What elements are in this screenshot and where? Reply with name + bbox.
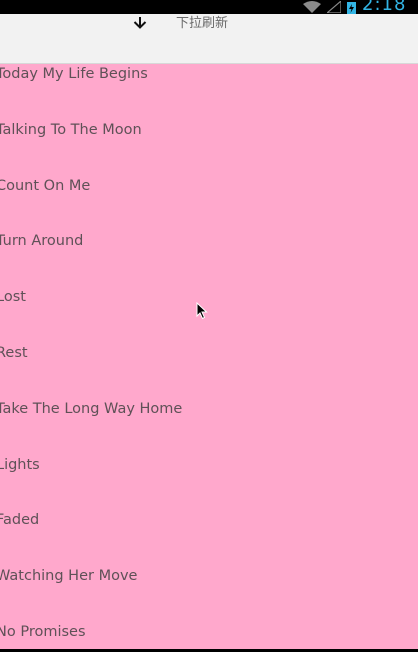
list-item-label: Talking To The Moon <box>0 121 142 138</box>
list-item-label: Faded <box>0 512 40 529</box>
status-icons: 2:18 <box>303 0 418 14</box>
list-item[interactable]: Lost <box>0 287 418 343</box>
status-time: 2:18 <box>362 0 407 12</box>
list-item[interactable]: Take The Long Way Home <box>0 399 418 455</box>
wifi-icon <box>303 1 321 13</box>
mouse-pointer-icon <box>196 301 208 324</box>
list-item-label: No Promises <box>0 623 86 640</box>
list-item[interactable]: Turn Around <box>0 231 418 287</box>
battery-charging-icon <box>347 1 356 14</box>
arrow-down-icon <box>131 14 149 33</box>
list-item-label: Turn Around <box>0 233 84 250</box>
list-item-label: Watching Her Move <box>0 568 138 585</box>
list-item[interactable]: Lights <box>0 455 418 511</box>
list-item[interactable]: No Promises <box>0 622 418 652</box>
list-item[interactable]: Today My Life Begins <box>0 64 418 120</box>
list-item-label: Count On Me <box>0 177 91 194</box>
song-list[interactable]: Today My Life Begins Talking To The Moon… <box>0 64 418 652</box>
list-item-label: Rest <box>0 344 28 361</box>
list-item[interactable]: Talking To The Moon <box>0 120 418 176</box>
list-item-label: Today My Life Begins <box>0 66 148 82</box>
list-item[interactable]: Count On Me <box>0 176 418 232</box>
list-item-label: Take The Long Way Home <box>0 400 183 417</box>
app-screen: 2:18 下拉刷新 Today My Life Begins Talking T… <box>0 0 418 652</box>
list-item[interactable]: Rest <box>0 343 418 399</box>
signal-icon <box>327 1 341 13</box>
list-item-label: Lost <box>0 289 26 306</box>
pull-to-refresh-header[interactable]: 下拉刷新 <box>0 14 418 64</box>
status-bar: 2:18 <box>0 0 418 14</box>
list-item-label: Lights <box>0 456 40 473</box>
list-item[interactable]: Watching Her Move <box>0 566 418 622</box>
list-item[interactable]: Faded <box>0 510 418 566</box>
pull-to-refresh-label: 下拉刷新 <box>176 16 229 31</box>
